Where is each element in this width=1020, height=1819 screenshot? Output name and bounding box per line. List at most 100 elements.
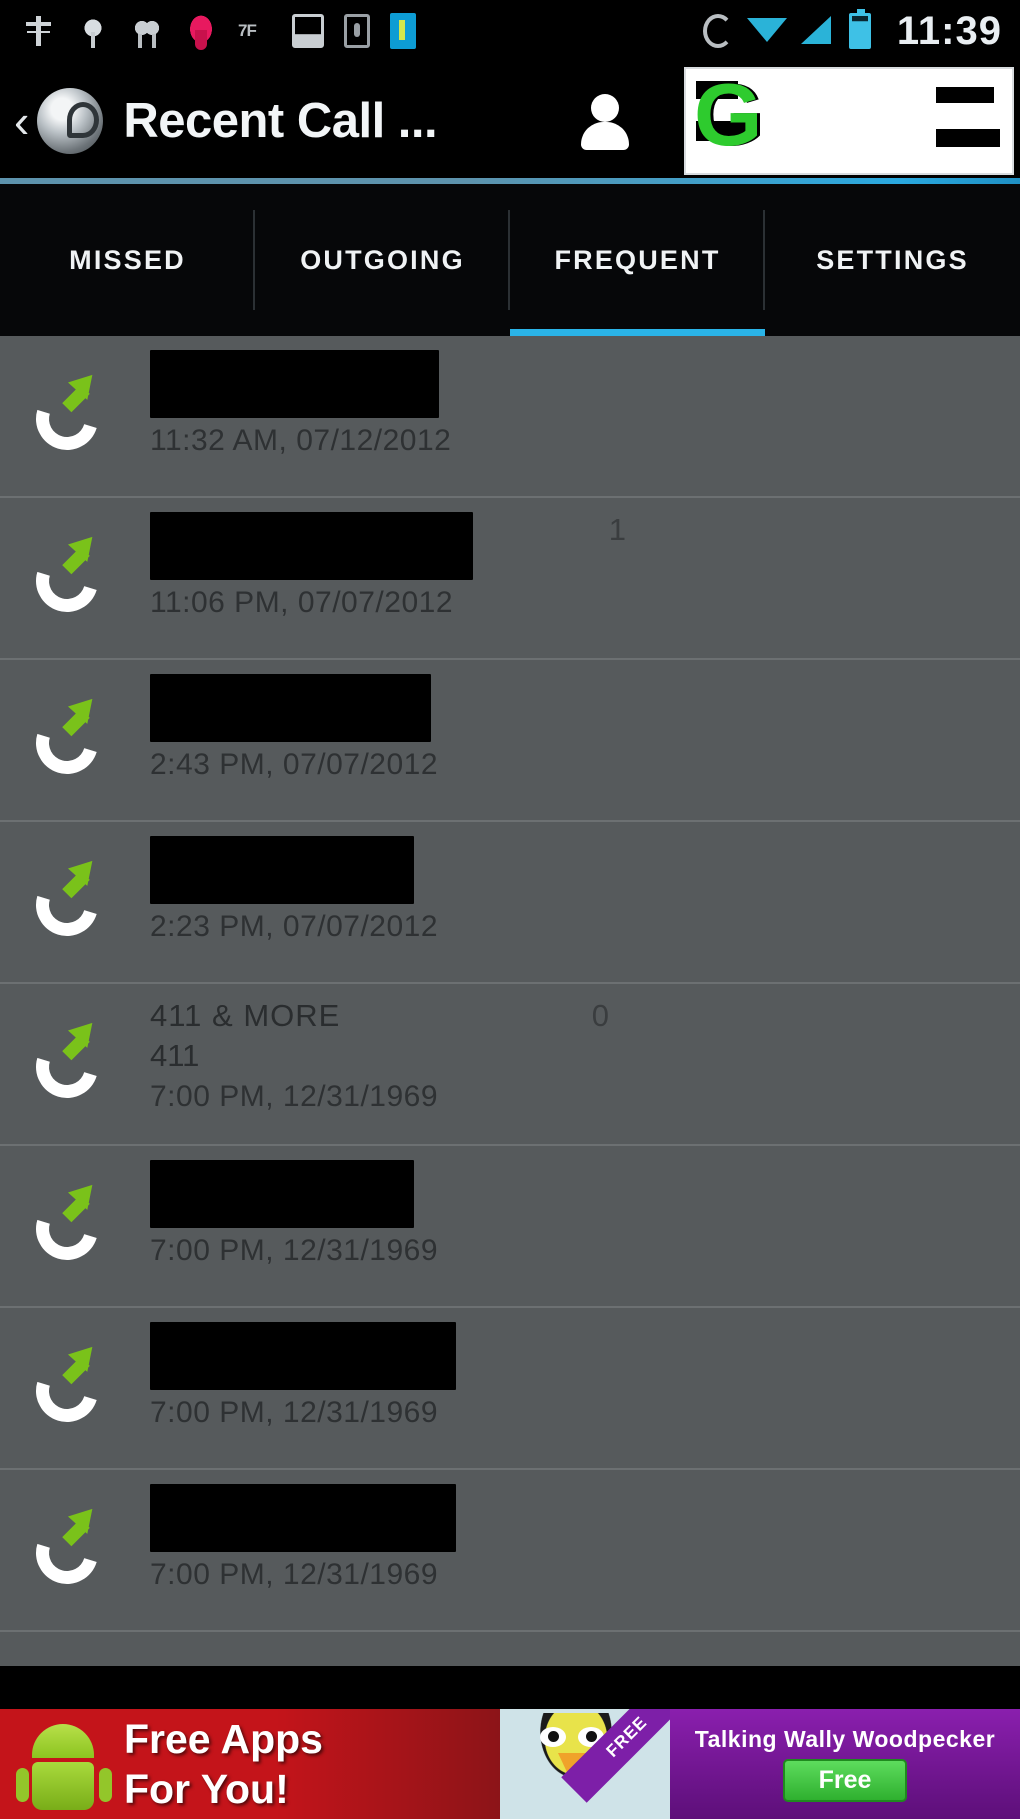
- redacted-contact-name: [150, 350, 439, 418]
- android-mascot-icon: [16, 1718, 112, 1810]
- temperature-icon: 7F: [238, 21, 257, 40]
- call-count-badge: 0: [591, 998, 609, 1033]
- call-log-row-body: 1 11:06 PM, 07/07/2012: [150, 512, 1020, 620]
- auto-rotate-icon: [702, 14, 733, 48]
- mascot-ear-right: [99, 1768, 112, 1802]
- call-log-name-slot: 411 & MORE 411: [150, 998, 1000, 1074]
- app-logo-icon[interactable]: [37, 88, 104, 154]
- call-log-name-slot: [150, 1322, 1000, 1390]
- outgoing-call-icon: [0, 1322, 150, 1433]
- call-log-name-slot: [150, 1484, 1000, 1552]
- call-log-row[interactable]: 7:00 PM, 12/31/1969: [0, 1146, 1020, 1308]
- bottom-banner-ad[interactable]: Free Apps For You! FREE Talking Wally Wo…: [0, 1709, 1020, 1819]
- tab-missed-label: MISSED: [69, 244, 186, 275]
- call-log-row-header: [150, 1160, 1000, 1228]
- wifi-icon: [746, 16, 787, 46]
- call-log-name-slot: [150, 836, 1000, 904]
- call-log-name-slot: [150, 512, 1000, 580]
- call-count-badge: 1: [608, 512, 626, 547]
- redacted-contact-name: [150, 1322, 456, 1390]
- call-log-row[interactable]: 11:32 AM, 07/12/2012: [0, 336, 1020, 498]
- call-log-row-body: 411 & MORE 411 0 7:00 PM, 12/31/1969: [150, 998, 1020, 1114]
- ad-free-apps-panel[interactable]: Free Apps For You!: [0, 1709, 500, 1819]
- outgoing-call-icon: [0, 512, 150, 623]
- ad-free-apps-text: Free Apps For You!: [124, 1714, 323, 1814]
- action-bar: ‹ Recent Call ... G: [0, 62, 1020, 180]
- call-timestamp: 7:00 PM, 12/31/1969: [150, 1234, 439, 1267]
- call-log-row[interactable]: 7:00 PM, 12/31/1969: [0, 1470, 1020, 1632]
- status-bar-clock: 11:39: [896, 8, 1002, 53]
- call-log-row-body: 7:00 PM, 12/31/1969: [150, 1484, 1020, 1592]
- redacted-contact-name: [150, 836, 414, 904]
- call-log-row[interactable]: 7:00 PM, 12/31/1969: [0, 1308, 1020, 1470]
- woodpecker-eye-left: [540, 1727, 566, 1747]
- contact-number: 411: [150, 1038, 200, 1073]
- sim-card-icon: [344, 14, 370, 48]
- call-log-row[interactable]: 1 11:06 PM, 07/07/2012: [0, 498, 1020, 660]
- ad-woodpecker-title: Talking Wally Woodpecker: [694, 1726, 996, 1752]
- status-bar-right-icons: 11:39: [702, 8, 1020, 54]
- developer-icon: [76, 12, 110, 50]
- ad-line-2: For You!: [124, 1766, 289, 1812]
- screenshot-icon: [292, 14, 324, 48]
- ad-free-button[interactable]: Free: [782, 1759, 908, 1802]
- ad-line-1: Free Apps: [124, 1716, 323, 1762]
- call-log-row-header: [150, 1322, 1000, 1390]
- redacted-contact-name: [150, 1160, 414, 1228]
- call-log-row[interactable]: 2:43 PM, 07/07/2012: [0, 660, 1020, 822]
- battery-icon: [848, 9, 871, 49]
- call-log-name-slot: [150, 350, 1000, 418]
- ad-woodpecker-panel[interactable]: Talking Wally Woodpecker Free: [670, 1709, 1020, 1819]
- cellular-signal-icon: [800, 16, 835, 46]
- call-log-row-body: 2:23 PM, 07/07/2012: [150, 836, 1020, 944]
- call-log-row-header: 411 & MORE 411 0: [150, 998, 1000, 1074]
- call-log-name-slot: [150, 1160, 1000, 1228]
- call-timestamp: 2:43 PM, 07/07/2012: [150, 748, 439, 781]
- call-log-row[interactable]: 2:23 PM, 07/07/2012: [0, 822, 1020, 984]
- banner-text: G: [694, 67, 763, 164]
- mascot-body: [32, 1762, 94, 1810]
- tab-settings[interactable]: SETTINGS: [765, 184, 1020, 336]
- contact-name: 411 & MORE: [150, 998, 341, 1033]
- call-timestamp: 7:00 PM, 12/31/1969: [150, 1396, 439, 1429]
- tab-settings-label: SETTINGS: [816, 244, 969, 275]
- ad-woodpecker-thumbnail[interactable]: FREE: [500, 1709, 670, 1819]
- tab-frequent[interactable]: FREQUENT: [510, 184, 765, 336]
- tab-missed[interactable]: MISSED: [0, 184, 255, 336]
- usb-icon: [22, 12, 56, 50]
- call-log-row-header: [150, 836, 1000, 904]
- call-timestamp: 11:32 AM, 07/12/2012: [150, 424, 452, 457]
- call-log-row-body: 2:43 PM, 07/07/2012: [150, 674, 1020, 782]
- outgoing-call-icon: [0, 1484, 150, 1595]
- call-log-row-header: [150, 674, 1000, 742]
- outgoing-call-icon: [0, 836, 150, 947]
- back-chevron-icon[interactable]: ‹: [0, 98, 37, 144]
- call-log-row-header: 1: [150, 512, 1000, 580]
- call-timestamp: 2:23 PM, 07/07/2012: [150, 910, 439, 943]
- outgoing-call-icon: [0, 350, 150, 461]
- mascot-head: [32, 1724, 94, 1758]
- banner-block-3: [936, 87, 994, 103]
- active-tab-indicator: [510, 329, 765, 336]
- tab-outgoing[interactable]: OUTGOING: [255, 184, 510, 336]
- top-banner-ad[interactable]: G: [684, 67, 1014, 175]
- tab-outgoing-label: OUTGOING: [300, 244, 465, 275]
- call-log-row-body: 7:00 PM, 12/31/1969: [150, 1322, 1020, 1430]
- status-bar: 7F 11:39: [0, 0, 1020, 62]
- status-bar-left-icons: 7F: [0, 12, 703, 50]
- developer-alt-icon: [130, 12, 164, 50]
- person-icon[interactable]: [574, 90, 636, 152]
- call-log-list[interactable]: 11:32 AM, 07/12/2012 1 11:06 PM, 07/07/201…: [0, 336, 1020, 1666]
- banner-block-4: [936, 129, 1000, 147]
- call-log-row[interactable]: 411 & MORE 411 0 7:00 PM, 12/31/1969: [0, 984, 1020, 1146]
- mascot-ear-left: [16, 1768, 29, 1802]
- call-log-row-body: 7:00 PM, 12/31/1969: [150, 1160, 1020, 1268]
- outgoing-call-icon: [0, 998, 150, 1109]
- call-log-row-body: 11:32 AM, 07/12/2012: [150, 350, 1020, 458]
- call-timestamp: 7:00 PM, 12/31/1969: [150, 1080, 439, 1113]
- call-log-name-slot: [150, 674, 1000, 742]
- outgoing-call-icon: [0, 674, 150, 785]
- call-log-row-header: [150, 1484, 1000, 1552]
- tab-frequent-label: FREQUENT: [554, 244, 721, 275]
- tab-bar: MISSED OUTGOING FREQUENT SETTINGS: [0, 184, 1020, 336]
